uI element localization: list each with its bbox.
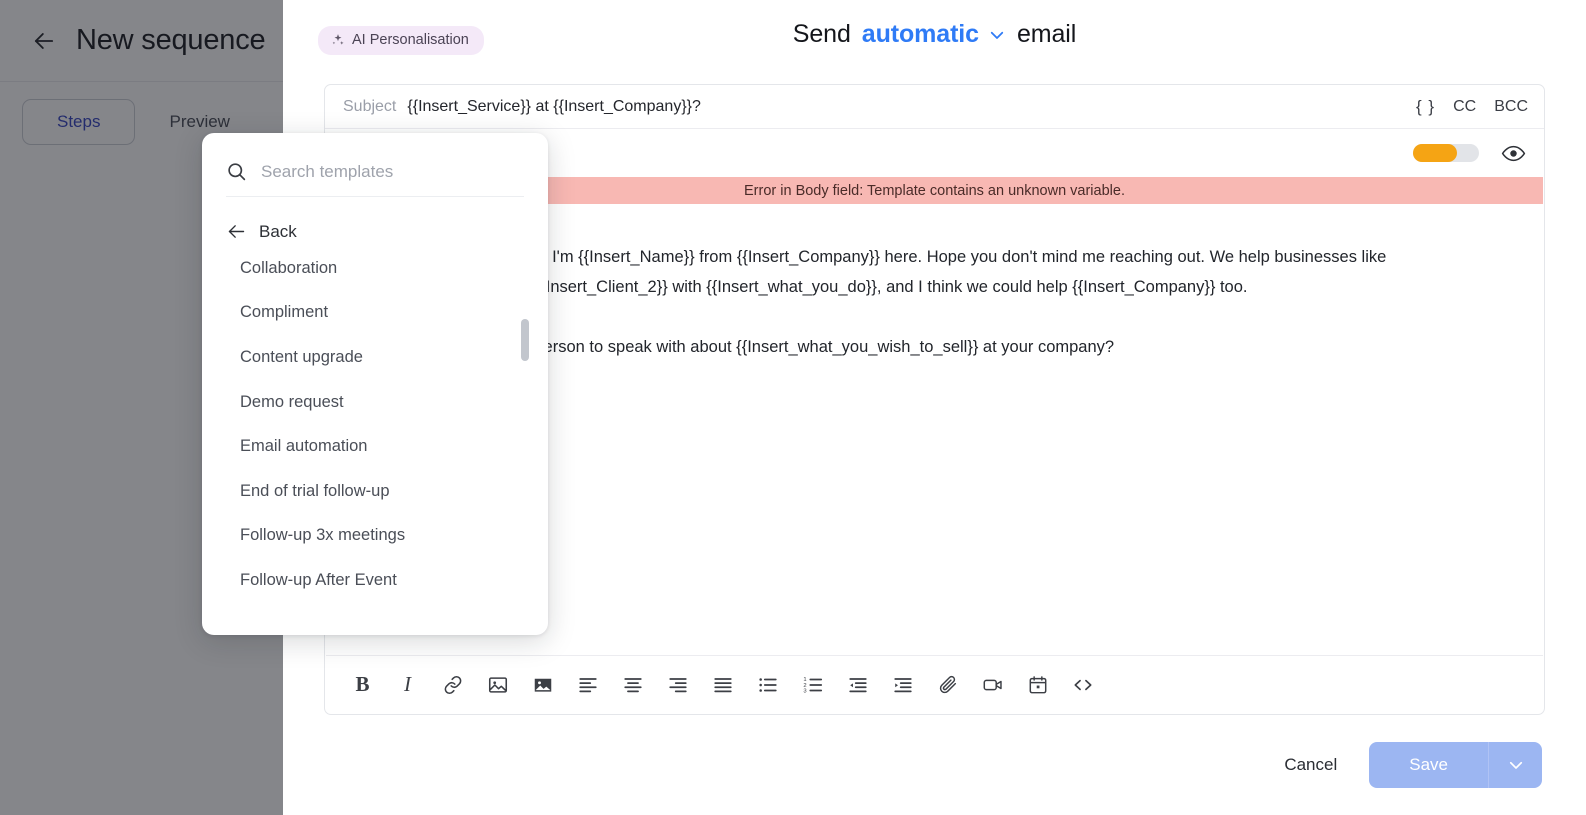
image-icon[interactable] <box>485 672 510 697</box>
toggle-fill <box>1413 144 1457 162</box>
calendar-icon[interactable] <box>1025 672 1050 697</box>
list-item[interactable]: Follow-up After Event <box>202 558 548 598</box>
search-input[interactable] <box>261 161 524 182</box>
subject-label: Subject <box>343 97 397 115</box>
subject-tools: { } CC BCC <box>1416 97 1528 117</box>
send-mode-value[interactable]: automatic <box>862 20 979 49</box>
align-right-icon[interactable] <box>665 672 690 697</box>
list-item[interactable]: Content upgrade <box>202 335 548 380</box>
italic-button[interactable]: I <box>395 672 420 697</box>
bulleted-list-icon[interactable] <box>755 672 780 697</box>
outdent-icon[interactable] <box>845 672 870 697</box>
error-message: Error in Body field: Template contains a… <box>744 182 1125 199</box>
templates-scrollbar[interactable] <box>521 319 529 361</box>
cc-button[interactable]: CC <box>1453 98 1476 116</box>
eye-icon[interactable] <box>1501 141 1526 166</box>
back-label: Back <box>259 221 297 241</box>
save-button-group: Save <box>1369 742 1542 788</box>
link-icon[interactable] <box>440 672 465 697</box>
send-prefix-label: Send <box>792 20 851 48</box>
bold-button[interactable]: B <box>350 672 375 697</box>
video-icon[interactable] <box>980 672 1005 697</box>
list-item[interactable]: End of trial follow-up <box>202 469 548 514</box>
variables-braces-icon[interactable]: { } <box>1416 97 1435 117</box>
formatting-toolbar: B I 1 2 3 <box>326 655 1543 713</box>
chevron-down-icon[interactable] <box>988 26 1006 44</box>
action-bar: Cancel Save <box>1284 742 1542 788</box>
ai-personalisation-toggle[interactable] <box>1413 144 1479 162</box>
subject-row[interactable]: Subject {{Insert_Service}} at {{Insert_C… <box>325 85 1544 129</box>
arrow-left-icon <box>228 225 245 238</box>
code-icon[interactable] <box>1070 672 1095 697</box>
search-row <box>226 161 524 197</box>
list-item[interactable]: Compliment <box>202 291 548 336</box>
list-top-fade <box>202 246 548 257</box>
templates-list[interactable]: Collaboration Compliment Content upgrade… <box>202 246 548 598</box>
list-item[interactable]: Email automation <box>202 424 548 469</box>
templates-dropdown: Back Collaboration Compliment Content up… <box>202 133 548 635</box>
back-button[interactable]: Back <box>226 221 548 242</box>
align-justify-icon[interactable] <box>710 672 735 697</box>
align-center-icon[interactable] <box>620 672 645 697</box>
send-suffix-label: email <box>1016 20 1077 48</box>
subject-input[interactable]: {{Insert_Service}} at {{Insert_Company}}… <box>407 98 701 116</box>
image-filled-icon[interactable] <box>530 672 555 697</box>
search-icon <box>228 163 246 181</box>
cancel-button[interactable]: Cancel <box>1284 755 1337 775</box>
indent-icon[interactable] <box>890 672 915 697</box>
bcc-button[interactable]: BCC <box>1494 98 1528 116</box>
list-item[interactable]: Follow-up 3x meetings <box>202 514 548 559</box>
align-left-icon[interactable] <box>575 672 600 697</box>
app-root: New sequence Steps Preview AI Personalis… <box>0 0 1586 815</box>
send-mode-heading: Send automatic email <box>283 20 1586 49</box>
numbered-list-icon[interactable]: 1 2 3 <box>800 672 825 697</box>
attachment-icon[interactable] <box>935 672 960 697</box>
chevron-down-icon <box>1509 761 1522 769</box>
svg-text:3: 3 <box>803 688 806 694</box>
save-button[interactable]: Save <box>1369 742 1488 788</box>
save-dropdown-button[interactable] <box>1488 742 1542 788</box>
list-item[interactable]: Demo request <box>202 380 548 425</box>
